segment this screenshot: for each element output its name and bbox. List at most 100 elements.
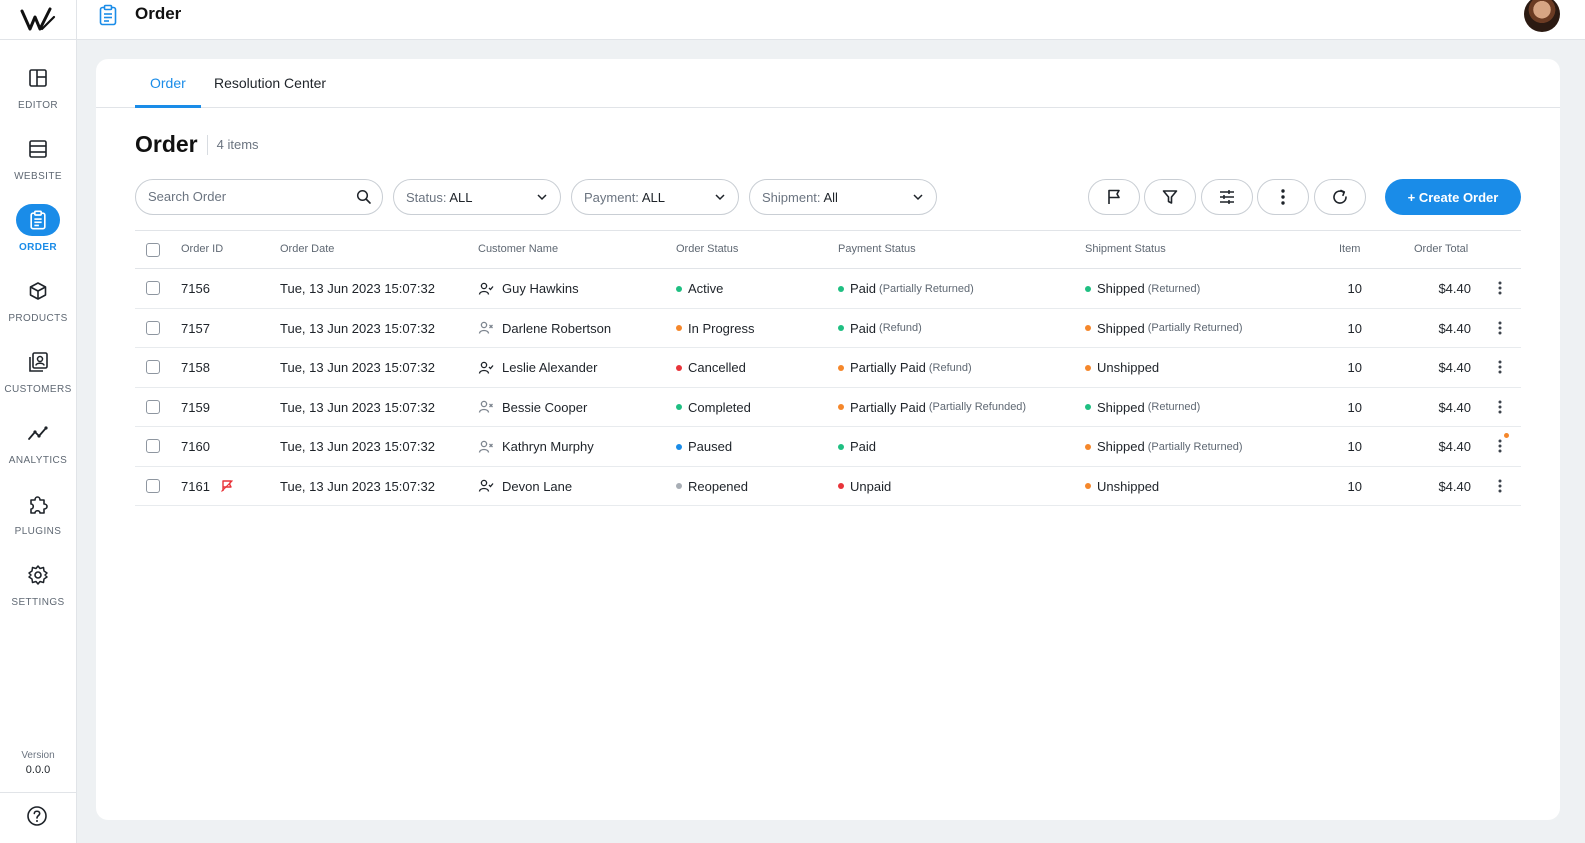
order-date: Tue, 13 Jun 2023 15:07:32 [280, 439, 435, 454]
payment-status-cell: Partially Paid (Refund) [838, 360, 972, 375]
notification-dot [1504, 433, 1509, 438]
customer-cell: Guy Hawkins [478, 281, 579, 296]
sidebar-item-customers[interactable]: CUSTOMERS [0, 346, 76, 406]
user-check-icon [478, 479, 494, 493]
sidebar-item-label: PLUGINS [14, 526, 62, 537]
shipment-status: Unshipped [1097, 478, 1160, 494]
sidebar-item-analytics[interactable]: ANALYTICS [0, 417, 76, 477]
table-row[interactable]: 7160 Tue, 13 Jun 2023 15:07:32 Kathryn M… [135, 427, 1521, 467]
trend-icon [22, 417, 54, 449]
col-order-total[interactable]: Order Total [1414, 243, 1468, 255]
order-status-cell: In Progress [676, 321, 754, 336]
row-checkbox[interactable] [146, 439, 160, 453]
table-body: 7156 Tue, 13 Jun 2023 15:07:32 Guy Hawki… [135, 269, 1521, 506]
shipment-filter-dropdown[interactable]: Shipment: All [749, 179, 937, 215]
main-card: Order Resolution Center Order 4 items St… [96, 59, 1560, 820]
sidebar-item-settings[interactable]: SETTINGS [0, 559, 76, 619]
order-icon [16, 204, 60, 236]
sidebar-item-products[interactable]: PRODUCTS [0, 275, 76, 335]
more-options-button[interactable] [1257, 179, 1309, 215]
item-count-cell: 10 [1347, 360, 1362, 375]
payment-filter-dropdown[interactable]: Payment: ALL [571, 179, 739, 215]
refresh-button[interactable] [1314, 179, 1366, 215]
col-order-id[interactable]: Order ID [181, 243, 223, 255]
customer-name[interactable]: Darlene Robertson [502, 321, 611, 336]
row-checkbox[interactable] [146, 360, 160, 374]
sidebar-item-label: WEBSITE [14, 171, 62, 182]
col-customer-name[interactable]: Customer Name [478, 243, 558, 255]
search-input[interactable] [148, 189, 348, 204]
status-dot [838, 483, 844, 489]
order-status-cell: Reopened [676, 479, 748, 494]
orders-table: Order ID Order Date Customer Name Order … [135, 230, 1521, 506]
sidebar-item-label: ANALYTICS [8, 455, 68, 466]
sidebar-item-editor[interactable]: EDITOR [0, 62, 76, 122]
customer-name[interactable]: Guy Hawkins [502, 281, 579, 296]
sidebar-item-plugins[interactable]: PLUGINS [0, 488, 76, 548]
row-checkbox[interactable] [146, 320, 160, 335]
table-row[interactable]: 7158 Tue, 13 Jun 2023 15:07:32 Leslie Al… [135, 348, 1521, 388]
status-dot [676, 443, 682, 450]
item-count-cell: 10 [1347, 281, 1362, 296]
table-row[interactable]: 7161 Tue, 13 Jun 2023 15:07:32 Devon Lan… [135, 467, 1521, 506]
col-order-status[interactable]: Order Status [676, 243, 738, 255]
order-total: $4.40 [1438, 360, 1471, 375]
website-icon [22, 133, 54, 165]
table-row[interactable]: 7159 Tue, 13 Jun 2023 15:07:32 Bessie Co… [135, 388, 1521, 427]
more-vertical-icon [1498, 439, 1502, 453]
user-x-icon [478, 321, 494, 335]
shipment-status: Shipped [1097, 320, 1145, 336]
payment-filter-value: ALL [641, 190, 665, 205]
create-order-button[interactable]: + Create Order [1385, 179, 1521, 215]
payment-status: Paid [850, 281, 877, 296]
status-filter-dropdown[interactable]: Status: ALL [393, 179, 561, 215]
customer-name[interactable]: Leslie Alexander [502, 360, 597, 375]
flag-off-icon[interactable] [220, 479, 234, 493]
table-row[interactable]: 7156 Tue, 13 Jun 2023 15:07:32 Guy Hawki… [135, 269, 1521, 309]
select-all-checkbox[interactable] [146, 243, 160, 257]
flag-button[interactable] [1088, 179, 1140, 215]
search-icon[interactable] [356, 189, 372, 205]
row-actions-button[interactable] [1492, 319, 1508, 337]
order-total: $4.40 [1438, 439, 1471, 454]
order-id: 7161 [181, 478, 210, 494]
shipment-status-cell: Shipped (Returned) [1085, 400, 1200, 415]
table-row[interactable]: 7157 Tue, 13 Jun 2023 15:07:32 Darlene R… [135, 309, 1521, 348]
layout-icon [22, 62, 54, 94]
shipment-status: Shipped [1097, 281, 1145, 296]
row-actions-button[interactable] [1492, 437, 1508, 455]
sidebar-item-website[interactable]: WEBSITE [0, 133, 76, 193]
row-actions-button[interactable] [1492, 358, 1508, 376]
item-count-cell: 10 [1347, 320, 1362, 336]
tab-resolution-center[interactable]: Resolution Center [214, 75, 326, 108]
shipment-status-cell: Unshipped [1085, 360, 1162, 375]
payment-status-cell: Partially Paid (Partially Refunded) [838, 400, 1026, 415]
sidebar-item-order[interactable]: ORDER [0, 204, 76, 264]
help-icon[interactable] [26, 805, 48, 827]
col-order-date[interactable]: Order Date [280, 243, 334, 255]
col-item[interactable]: Item [1339, 243, 1360, 255]
row-actions-button[interactable] [1492, 279, 1508, 297]
customer-name[interactable]: Bessie Cooper [502, 400, 587, 415]
row-checkbox[interactable] [146, 399, 160, 414]
filter-button[interactable] [1144, 179, 1196, 215]
sidebar-item-label: CUSTOMERS [4, 384, 72, 395]
clipboard-icon [99, 4, 117, 26]
col-shipment-status[interactable]: Shipment Status [1085, 243, 1166, 255]
adjust-columns-button[interactable] [1201, 179, 1253, 215]
user-avatar[interactable] [1524, 0, 1560, 32]
status-dot [676, 285, 682, 292]
row-actions-button[interactable] [1492, 477, 1508, 495]
flag-icon [1108, 189, 1120, 204]
tab-order[interactable]: Order [135, 75, 201, 108]
customer-name[interactable]: Kathryn Murphy [502, 439, 594, 454]
app-logo[interactable] [0, 0, 77, 40]
col-payment-status[interactable]: Payment Status [838, 243, 916, 255]
shipment-status-cell: Shipped (Returned) [1085, 281, 1200, 296]
customer-name[interactable]: Devon Lane [502, 479, 572, 494]
row-checkbox[interactable] [146, 478, 160, 493]
order-id: 7157 [181, 320, 210, 336]
row-checkbox[interactable] [146, 281, 160, 295]
row-actions-button[interactable] [1492, 398, 1508, 416]
shipment-status-cell: Shipped (Partially Returned) [1085, 439, 1242, 454]
